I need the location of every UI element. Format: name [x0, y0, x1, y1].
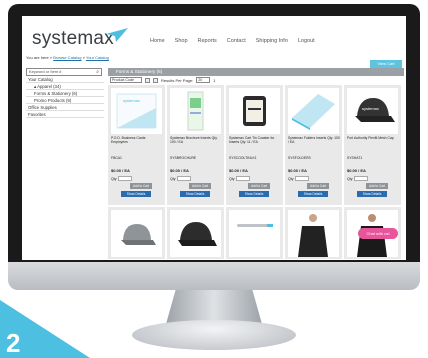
results-per-page-select[interactable]: 20: [196, 77, 211, 83]
product-price: $0.00 / EA: [347, 168, 366, 173]
product-sku: SYSHAT1: [347, 156, 363, 160]
sidebar-item-favorites[interactable]: Favorites: [26, 111, 104, 118]
sidebar-item-apparel[interactable]: ▴ Apparel (34): [26, 83, 104, 90]
product-tile: [226, 207, 283, 259]
qty-input[interactable]: [177, 176, 191, 181]
product-image-brochure[interactable]: [170, 88, 221, 134]
product-sku: SYSFOLDERS: [288, 156, 311, 160]
product-tile: Systemax Brochure Inserts Qty. 100 / EA …: [167, 85, 224, 205]
sort-toolbar: Product Code Results Per Page: 20 1: [108, 76, 404, 84]
chat-with-us-button[interactable]: Chat with us!: [358, 228, 398, 239]
nav-shop[interactable]: Shop: [175, 38, 188, 44]
qty-label: Qty: [229, 177, 235, 181]
product-name[interactable]: P.O.D. Business Cards Employees: [111, 136, 163, 144]
site-logo[interactable]: systemax: [32, 28, 114, 50]
product-image-cap-black[interactable]: [170, 210, 221, 257]
breadcrumb-prefix: You are here »: [26, 55, 53, 60]
qty-input[interactable]: [354, 176, 368, 181]
category-title-bar: Forms & Stationery (6): [108, 68, 404, 76]
add-to-cart-button[interactable]: Add to Cart: [248, 183, 270, 189]
product-image-business-card[interactable]: systemax: [111, 88, 162, 134]
sidebar-item-office-supplies[interactable]: Office Supplies: [26, 104, 104, 111]
qty-label: Qty: [288, 177, 294, 181]
product-image-pen[interactable]: [229, 210, 280, 257]
show-details-button[interactable]: Show Details: [357, 191, 387, 197]
show-details-button[interactable]: Show Details: [239, 191, 269, 197]
product-tile: [167, 207, 224, 259]
product-tile: Systemax Folders Inserts Qty. 100 / EA S…: [285, 85, 342, 205]
product-name[interactable]: Systemax Folders Inserts Qty. 100 / EA: [288, 136, 340, 144]
product-price: $0.00 / EA: [288, 168, 307, 173]
product-price: $0.00 / EA: [111, 168, 130, 173]
product-grid: systemax P.O.D. Business Cards Employees…: [108, 85, 404, 205]
product-sku: FBCA1: [111, 156, 122, 160]
sort-select[interactable]: Product Code: [110, 77, 142, 83]
product-tile: systemax P.O.D. Business Cards Employees…: [108, 85, 165, 205]
product-name[interactable]: Systemax Cart Tin Coaster for Inserts Qt…: [229, 136, 281, 144]
show-details-button[interactable]: Show Details: [298, 191, 328, 197]
product-price: $0.00 / EA: [170, 168, 189, 173]
qty-label: Qty: [111, 177, 117, 181]
monitor-chin: [8, 262, 420, 290]
add-to-cart-button[interactable]: Add to Cart: [366, 183, 388, 189]
product-name[interactable]: Systemax Brochure Inserts Qty. 100 / EA: [170, 136, 222, 144]
search-placeholder: Keyword or Item #: [29, 69, 62, 74]
monitor-scene: 2 systemax Home Shop Reports Contact Shi…: [0, 0, 428, 358]
svg-text:systemax: systemax: [362, 106, 379, 111]
product-tile: Systemax Cart Tin Coaster for Inserts Qt…: [226, 85, 283, 205]
product-price: $0.00 / EA: [229, 168, 248, 173]
qty-input[interactable]: [118, 176, 132, 181]
pager-current[interactable]: 1: [213, 78, 215, 83]
screen: systemax Home Shop Reports Contact Shipp…: [22, 16, 406, 260]
product-sku: SYSBROCHURE: [170, 156, 197, 160]
product-image-tin[interactable]: [229, 88, 280, 134]
qty-label: Qty: [347, 177, 353, 181]
qty-label: Qty: [170, 177, 176, 181]
add-to-cart-button[interactable]: Add to Cart: [307, 183, 329, 189]
product-image-folder[interactable]: [288, 88, 339, 134]
qty-input[interactable]: [295, 176, 309, 181]
corner-number: 2: [6, 328, 21, 358]
product-tile: [285, 207, 342, 259]
nav-reports[interactable]: Reports: [198, 38, 217, 44]
nav-shipping-info[interactable]: Shipping Info: [256, 38, 288, 44]
product-name[interactable]: Port Authority Flexfit Mesh Cap: [347, 136, 399, 140]
add-to-cart-button[interactable]: Add to Cart: [189, 183, 211, 189]
nav-home[interactable]: Home: [150, 38, 165, 44]
qty-input[interactable]: [236, 176, 250, 181]
view-grid-icon[interactable]: [145, 77, 150, 83]
product-sku: SYSCOOLTINLK1: [229, 156, 257, 160]
breadcrumb-separator: »: [82, 55, 85, 60]
main-nav: Home Shop Reports Contact Shipping Info …: [150, 38, 315, 44]
results-per-page-label: Results Per Page:: [161, 77, 194, 83]
view-list-icon[interactable]: [153, 77, 158, 83]
product-image-cap-grey[interactable]: [111, 210, 162, 257]
add-to-cart-button[interactable]: Add to Cart: [130, 183, 152, 189]
sidebar-item-forms-stationery[interactable]: Forms & Stationery (6): [26, 90, 104, 97]
product-tile: systemax Port Authority Flexfit Mesh Cap…: [344, 85, 401, 205]
sidebar-item-promo-products[interactable]: Promo Products (9): [26, 97, 104, 104]
view-cart-button[interactable]: View Cart: [370, 60, 402, 68]
show-details-button[interactable]: Show Details: [121, 191, 151, 197]
nav-contact[interactable]: Contact: [227, 38, 246, 44]
product-image-cap[interactable]: systemax: [347, 88, 398, 134]
breadcrumb-browse-catalog[interactable]: Browse Catalog: [53, 55, 81, 60]
product-tile: [108, 207, 165, 259]
sidebar: Keyword or Item # ⌕ Your Catalog ▴ Appar…: [26, 68, 104, 118]
sidebar-item-your-catalog[interactable]: Your Catalog: [26, 76, 104, 83]
show-details-button[interactable]: Show Details: [180, 191, 210, 197]
svg-text:systemax: systemax: [123, 98, 140, 103]
search-input[interactable]: Keyword or Item # ⌕: [26, 68, 102, 76]
product-image-jacket[interactable]: [288, 210, 339, 257]
nav-logout[interactable]: Logout: [298, 38, 315, 44]
breadcrumb: You are here » Browse Catalog » Your Cat…: [26, 55, 109, 60]
monitor-stand-neck: [166, 290, 262, 324]
breadcrumb-your-catalog[interactable]: Your Catalog: [86, 55, 109, 60]
monitor-stand-base: [132, 320, 296, 350]
logo-arrow-icon: [106, 28, 128, 42]
search-icon[interactable]: ⌕: [96, 69, 99, 75]
